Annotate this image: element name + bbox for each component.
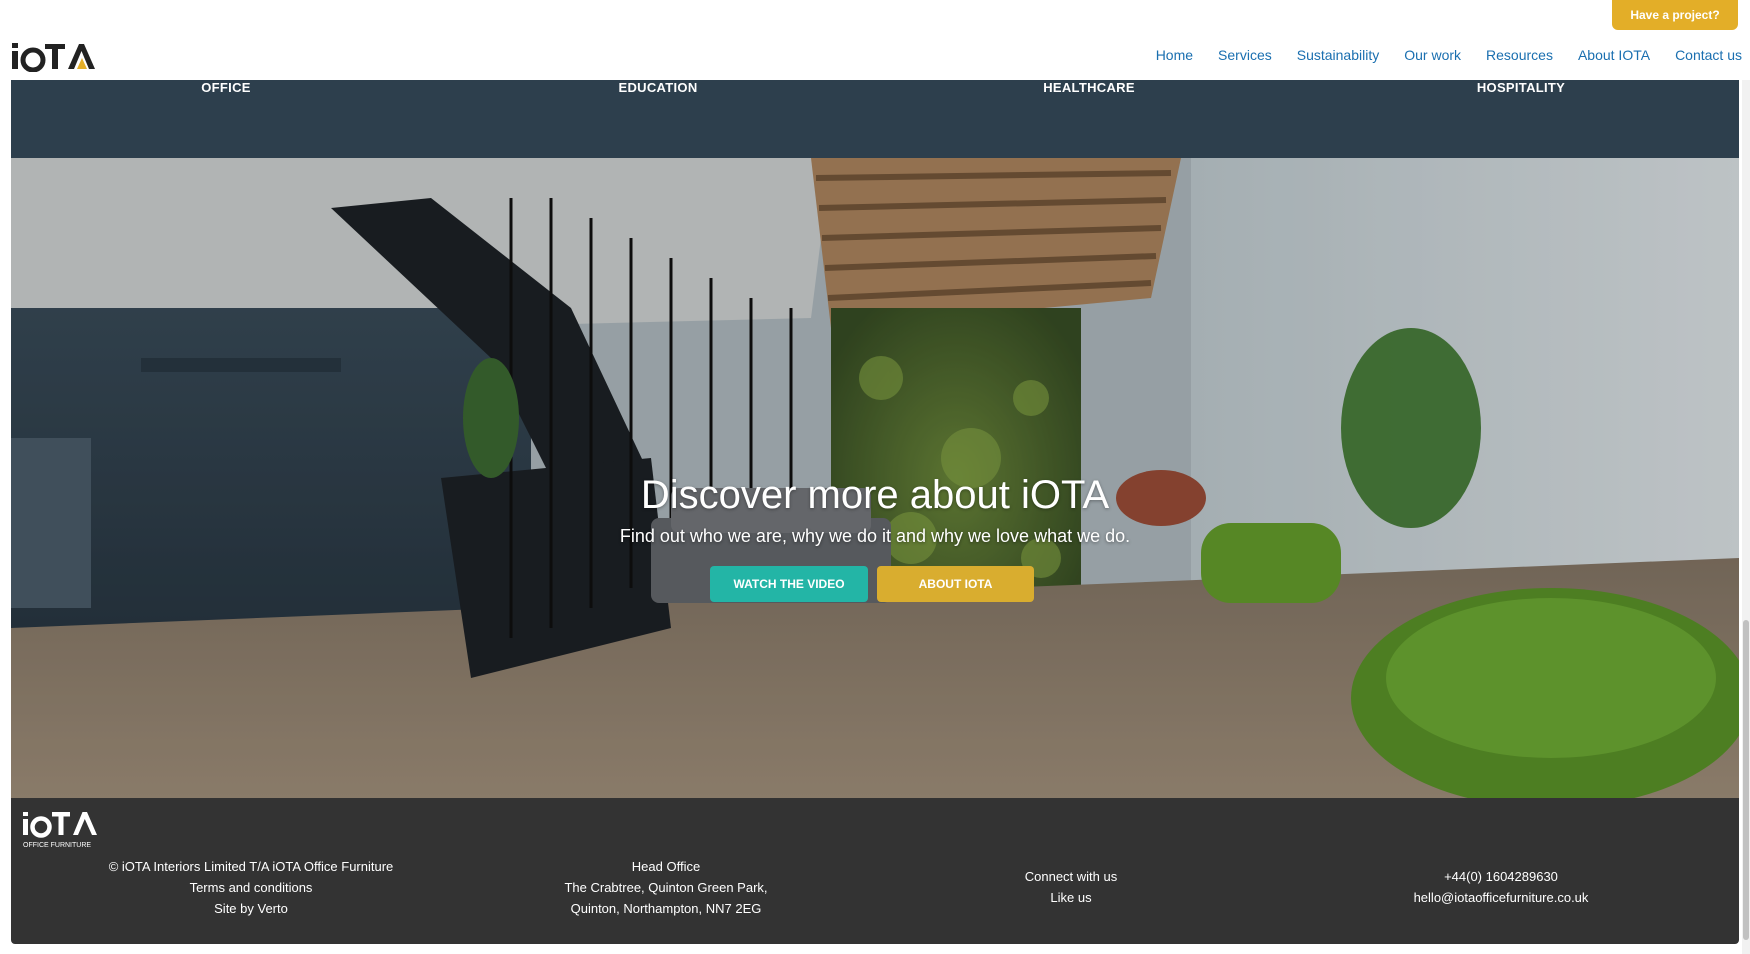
- main-nav: Home Services Sustainability Our work Re…: [1131, 47, 1742, 63]
- page: Have a project? Home Services Sustainabi…: [0, 0, 1750, 954]
- nav-sustainability[interactable]: Sustainability: [1297, 47, 1380, 63]
- page-scrollbar[interactable]: [1742, 0, 1750, 954]
- about-iota-button[interactable]: ABOUT iOTA: [877, 566, 1034, 602]
- sector-office[interactable]: OFFICE: [201, 80, 250, 95]
- watch-video-button[interactable]: WATCH THE VIDEO: [710, 566, 868, 602]
- nav-resources[interactable]: Resources: [1486, 47, 1553, 63]
- address-line-2: Quinton, Northampton, NN7 2EG: [570, 901, 762, 916]
- footer-legal: © iOTA Interiors Limited T/A iOTA Office…: [66, 856, 436, 919]
- connect-with-us-link[interactable]: Connect with us: [971, 866, 1171, 887]
- footer-iota-logo[interactable]: OFFICE FURNITURE: [23, 810, 113, 850]
- footer-social: Connect with us Like us: [971, 866, 1171, 908]
- footer-logo-sub: OFFICE FURNITURE: [23, 842, 91, 849]
- hero-title: Discover more about iOTA: [640, 473, 1110, 517]
- scrollbar-thumb[interactable]: [1743, 620, 1749, 940]
- hero-banner: Discover more about iOTA Find out who we…: [11, 158, 1739, 798]
- nav-contact[interactable]: Contact us: [1675, 47, 1742, 63]
- sector-strip: OFFICE EDUCATION HEALTHCARE HOSPITALITY: [11, 80, 1739, 158]
- hero-subtitle: Find out who we are, why we do it and wh…: [619, 526, 1131, 546]
- site-by-link[interactable]: Site by Verto: [66, 898, 436, 919]
- nav-services[interactable]: Services: [1218, 47, 1272, 63]
- copyright-text: © iOTA Interiors Limited T/A iOTA Office…: [108, 859, 394, 874]
- footer-address: Head Office The Crabtree, Quinton Green …: [506, 856, 826, 919]
- footer-contact: +44(0) 1604289630 hello@iotaofficefurnit…: [1371, 866, 1631, 908]
- email-link[interactable]: hello@iotaofficefurniture.co.uk: [1371, 887, 1631, 908]
- sector-hospitality[interactable]: HOSPITALITY: [1477, 80, 1565, 95]
- sector-healthcare[interactable]: HEALTHCARE: [1043, 80, 1135, 95]
- hero-content: Discover more about iOTA Find out who we…: [11, 158, 1739, 798]
- sector-education[interactable]: EDUCATION: [618, 80, 697, 95]
- nav-about[interactable]: About IOTA: [1578, 47, 1650, 63]
- head-office-label: Head Office: [631, 859, 701, 874]
- like-us-link[interactable]: Like us: [971, 887, 1171, 908]
- nav-our-work[interactable]: Our work: [1404, 47, 1461, 63]
- nav-home[interactable]: Home: [1156, 47, 1193, 63]
- have-a-project-button[interactable]: Have a project?: [1612, 0, 1738, 30]
- iota-logo[interactable]: [12, 40, 102, 72]
- terms-link[interactable]: Terms and conditions: [66, 877, 436, 898]
- address-line-1: The Crabtree, Quinton Green Park,: [564, 880, 768, 895]
- phone-link[interactable]: +44(0) 1604289630: [1371, 866, 1631, 887]
- site-footer: OFFICE FURNITURE © iOTA Interiors Limite…: [11, 798, 1739, 944]
- site-header: Have a project? Home Services Sustainabi…: [0, 0, 1750, 80]
